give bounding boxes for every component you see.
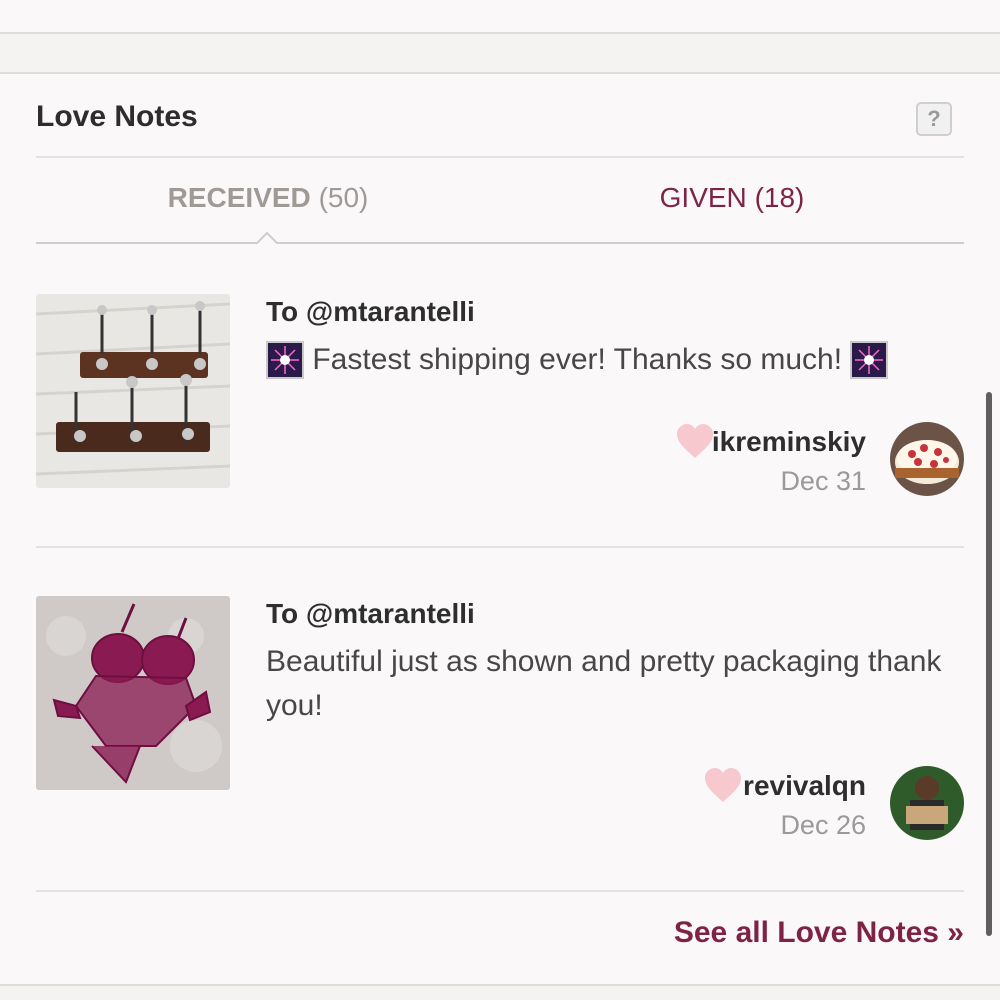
giver-avatar[interactable] bbox=[890, 422, 964, 496]
note-message: Beautiful just as shown and pretty packa… bbox=[266, 640, 956, 728]
heart-icon bbox=[705, 768, 741, 802]
product-thumbnail[interactable] bbox=[36, 294, 230, 488]
note-date: Dec 26 bbox=[780, 810, 866, 840]
active-tab-indicator bbox=[256, 232, 278, 244]
scrollbar[interactable] bbox=[986, 392, 992, 936]
see-all-love-notes-link[interactable]: See all Love Notes » bbox=[674, 916, 964, 950]
tab-given-count: (18) bbox=[754, 182, 805, 213]
note-message: Fastest shipping ever! Thanks so much! bbox=[266, 338, 956, 382]
tab-given[interactable]: GIVEN (18) bbox=[500, 182, 964, 214]
heart-icon bbox=[677, 424, 713, 458]
tab-received-count: (50) bbox=[318, 182, 369, 213]
help-button[interactable]: ? bbox=[916, 102, 952, 136]
product-thumbnail[interactable] bbox=[36, 596, 230, 790]
love-note-item: To @mtarantelli Beautiful just as shown … bbox=[36, 596, 964, 892]
sparkle-icon bbox=[266, 341, 304, 379]
tab-received[interactable]: RECEIVED (50) bbox=[36, 182, 500, 214]
giver-username[interactable]: ikreminskiy bbox=[712, 426, 866, 458]
panel-header: Love Notes ? bbox=[36, 74, 964, 158]
note-recipient: To @mtarantelli bbox=[266, 598, 475, 629]
note-message-text: Beautiful just as shown and pretty packa… bbox=[266, 645, 942, 722]
note-recipient: To @mtarantelli bbox=[266, 296, 475, 327]
tab-received-label: RECEIVED bbox=[167, 182, 311, 213]
panel-title: Love Notes bbox=[36, 100, 198, 133]
tab-given-label: GIVEN bbox=[659, 182, 747, 213]
giver-avatar[interactable] bbox=[890, 766, 964, 840]
note-giver: revivalqn Dec 26 bbox=[564, 766, 964, 846]
note-giver: ikreminskiy Dec 31 bbox=[564, 422, 964, 502]
note-message-text: Fastest shipping ever! Thanks so much! bbox=[312, 343, 843, 376]
giver-username[interactable]: revivalqn bbox=[743, 770, 866, 802]
love-note-item: To @mtarantelli Fastest shipping ever! T… bbox=[36, 294, 964, 548]
previous-card bbox=[0, 0, 1000, 34]
tab-bar: RECEIVED (50) GIVEN (18) bbox=[36, 156, 964, 244]
note-date: Dec 31 bbox=[780, 466, 866, 496]
sparkle-icon bbox=[850, 341, 889, 379]
